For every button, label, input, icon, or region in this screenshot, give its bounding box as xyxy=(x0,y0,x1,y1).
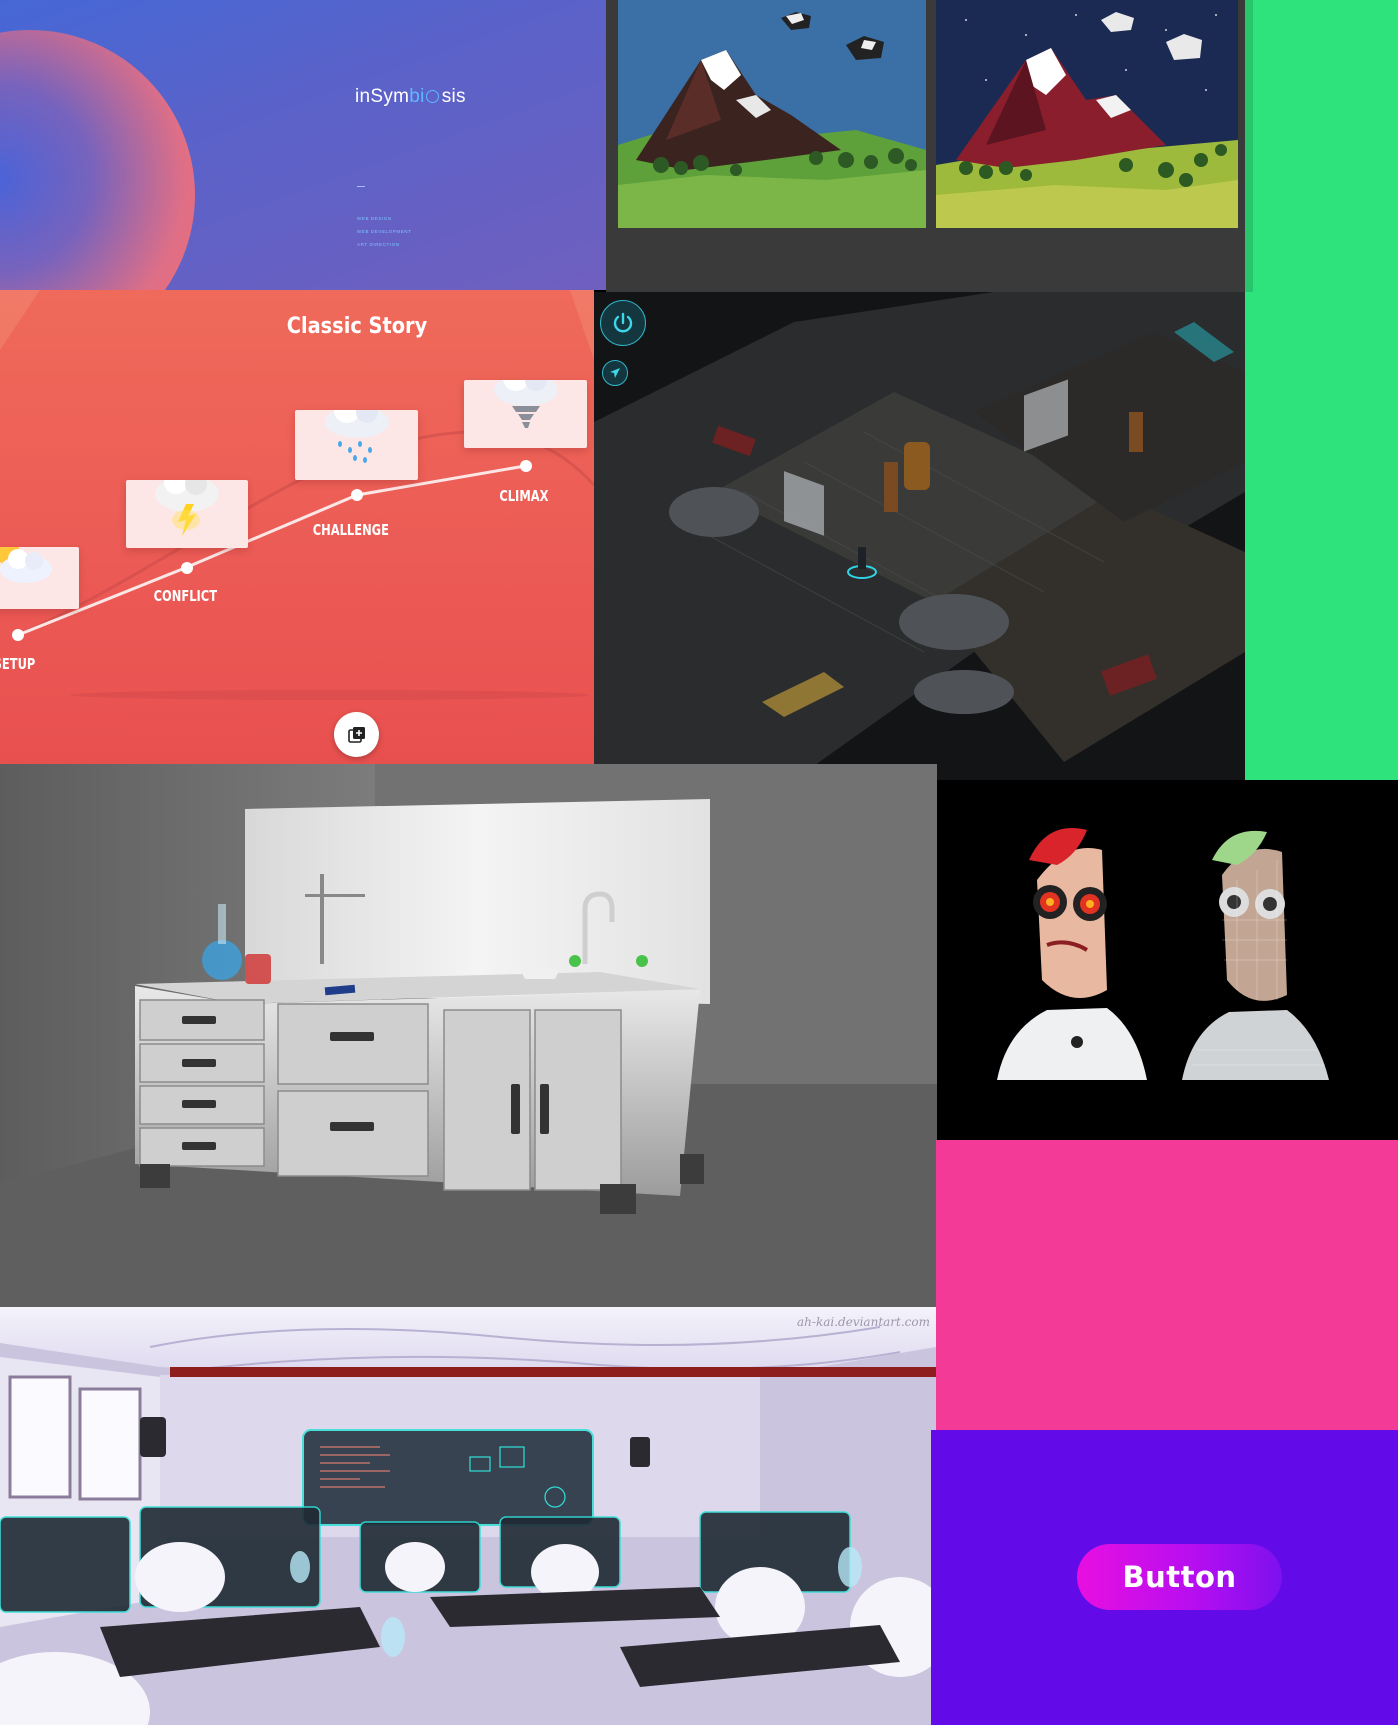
menu-item-web-development[interactable]: WEB DEVELOPMENT xyxy=(357,225,412,238)
stage-label-setup: SETUP xyxy=(0,655,36,673)
character-model-tile xyxy=(937,780,1398,1140)
night-scene xyxy=(936,0,1238,228)
story-title: Classic Story xyxy=(286,314,428,339)
tornado-cloud-icon xyxy=(494,380,558,428)
power-icon xyxy=(613,312,633,333)
lab-bench-render-tile xyxy=(0,764,937,1307)
pink-tile xyxy=(936,1140,1398,1430)
green-tile xyxy=(1245,0,1398,780)
navigation-button[interactable] xyxy=(602,360,628,386)
futuristic-classroom-tile: ah-kai.deviantart.com xyxy=(0,1307,936,1725)
isometric-game-tile xyxy=(594,292,1245,780)
gradient-orb xyxy=(0,30,195,290)
challenge-card[interactable] xyxy=(295,410,418,480)
rain-cloud-icon xyxy=(325,410,389,463)
logo-text-prefix: inSym xyxy=(355,86,410,107)
deviantart-watermark: ah-kai.deviantart.com xyxy=(797,1315,930,1329)
power-button[interactable] xyxy=(600,300,646,346)
insymbiosis-menu: WEB DESIGN WEB DEVELOPMENT ART DIRECTION xyxy=(357,212,412,251)
insymbiosis-logo[interactable]: inSymbi sis xyxy=(355,86,466,108)
menu-divider xyxy=(357,186,365,187)
gradient-button[interactable]: Button xyxy=(1077,1544,1282,1610)
setup-card[interactable] xyxy=(0,547,79,609)
logo-text-suffix: sis xyxy=(441,86,466,107)
add-to-library-button[interactable] xyxy=(334,712,379,757)
stage-label-conflict: CONFLICT xyxy=(153,587,218,605)
add-to-library-icon xyxy=(347,726,365,743)
menu-item-art-direction[interactable]: ART DIRECTION xyxy=(357,238,412,251)
lowpoly-mountains-tile xyxy=(606,0,1245,292)
navigation-arrow-icon xyxy=(610,368,620,378)
logo-ring-icon xyxy=(425,90,439,103)
climax-card[interactable] xyxy=(464,380,587,448)
menu-item-web-design[interactable]: WEB DESIGN xyxy=(357,212,412,225)
logo-text-highlight: bi xyxy=(409,86,425,107)
stage-label-challenge: CHALLENGE xyxy=(312,521,389,539)
purple-button-tile: Button xyxy=(931,1430,1398,1725)
stage-label-climax: CLIMAX xyxy=(499,487,549,505)
day-scene xyxy=(618,0,926,228)
thunder-cloud-icon xyxy=(155,480,219,536)
sun-cloud-icon xyxy=(0,547,52,583)
conflict-card[interactable] xyxy=(126,480,248,548)
classic-story-tile: Classic Story SETUP CONFLICT CHALLENGE C… xyxy=(0,290,594,764)
insymbiosis-tile: inSymbi sis WEB DESIGN WEB DEVELOPMENT AR… xyxy=(0,0,606,290)
green-tile-edge xyxy=(1245,0,1253,292)
